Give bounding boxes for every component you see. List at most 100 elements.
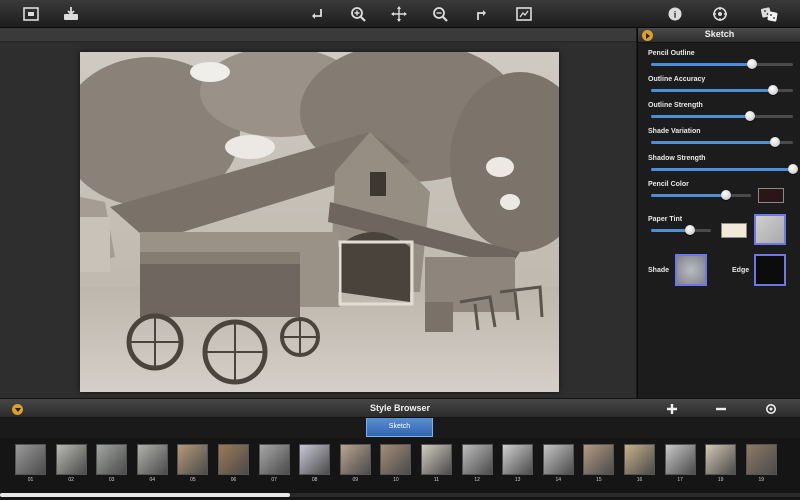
slider-knob[interactable] bbox=[746, 59, 757, 69]
edge-texture-well[interactable] bbox=[754, 254, 786, 286]
pencil-color-swatch[interactable] bbox=[758, 188, 784, 203]
redo-icon[interactable] bbox=[470, 4, 492, 24]
style-thumbnail-image bbox=[218, 444, 249, 475]
style-thumbnail-image bbox=[96, 444, 128, 475]
style-options-icon[interactable] bbox=[764, 402, 778, 416]
slider-label: Outline Accuracy bbox=[648, 76, 706, 83]
style-thumbnail-image bbox=[136, 444, 168, 475]
slider-track[interactable] bbox=[651, 59, 793, 69]
style-thumbnail-number: 10 bbox=[393, 477, 399, 483]
panel-header: Sketch bbox=[638, 28, 800, 43]
style-thumbnail-number: 01 bbox=[27, 477, 34, 483]
sketch-settings-panel: Sketch Pencil Outline Outline Accuracy O… bbox=[637, 28, 800, 398]
style-thumbnail-image bbox=[583, 444, 615, 475]
style-thumbnail[interactable]: 04 bbox=[136, 444, 168, 483]
style-thumbnail-number: 17 bbox=[677, 477, 683, 483]
style-thumbnail-strip: 01 02 03 04 05 06 07 08 09 10 11 12 13 14 15 16 17 19 19 bbox=[0, 438, 800, 500]
slider-fill bbox=[651, 168, 793, 171]
style-tab-row: Sketch bbox=[0, 418, 800, 438]
slider-track[interactable] bbox=[651, 164, 798, 174]
style-thumbnail-image bbox=[55, 444, 87, 475]
slider-track[interactable] bbox=[651, 85, 793, 95]
style-thumbnail[interactable]: 05 bbox=[177, 444, 209, 483]
style-thumbnail[interactable]: 10 bbox=[380, 444, 412, 483]
panel-title: Sketch bbox=[704, 29, 735, 39]
slider-label: Pencil Outline bbox=[648, 50, 695, 57]
style-thumbnail[interactable]: 17 bbox=[664, 444, 696, 483]
style-thumbnail-number: 19 bbox=[717, 477, 724, 483]
slider-fill bbox=[651, 63, 752, 66]
sketch-preview-image[interactable] bbox=[80, 52, 559, 392]
style-thumbnail-image bbox=[745, 444, 777, 475]
style-thumbnail[interactable]: 19 bbox=[705, 444, 737, 483]
style-thumbnail[interactable]: 02 bbox=[55, 444, 87, 483]
style-thumbnail-number: 03 bbox=[108, 477, 115, 483]
slider-track[interactable] bbox=[651, 225, 711, 235]
settings-icon[interactable] bbox=[709, 4, 731, 24]
style-thumbnail-number: 08 bbox=[311, 477, 318, 483]
image-frame-icon[interactable] bbox=[20, 4, 42, 24]
style-thumbnail[interactable]: 08 bbox=[299, 444, 331, 483]
import-icon[interactable] bbox=[60, 4, 82, 24]
style-thumbnail[interactable]: 06 bbox=[218, 444, 249, 483]
add-style-icon[interactable] bbox=[665, 402, 679, 416]
style-thumbnail-image bbox=[339, 444, 371, 475]
style-thumbnail[interactable]: 09 bbox=[339, 444, 371, 483]
undo-icon[interactable] bbox=[306, 4, 328, 24]
edge-label: Edge bbox=[732, 267, 750, 274]
shade-texture-well[interactable] bbox=[675, 254, 707, 286]
style-thumbnail-number: 07 bbox=[271, 477, 277, 483]
thumbnail-scrollbar[interactable] bbox=[0, 493, 800, 497]
style-thumbnail[interactable]: 01 bbox=[15, 444, 46, 483]
slider-track[interactable] bbox=[651, 137, 793, 147]
style-thumbnail[interactable]: 11 bbox=[421, 444, 452, 483]
slider-knob[interactable] bbox=[768, 85, 779, 95]
style-thumbnail-number: 11 bbox=[433, 477, 440, 483]
style-thumbnail[interactable]: 12 bbox=[461, 444, 493, 483]
shade-label: Shade bbox=[648, 267, 670, 274]
slider-fill bbox=[651, 194, 726, 197]
slider-knob[interactable] bbox=[721, 190, 731, 200]
paper-tint-swatch[interactable] bbox=[721, 223, 747, 238]
style-thumbnail[interactable]: 15 bbox=[583, 444, 615, 483]
slider-fill bbox=[651, 115, 751, 118]
remove-style-icon[interactable] bbox=[714, 402, 728, 416]
slider-knob[interactable] bbox=[769, 137, 780, 147]
style-thumbnail-number: 04 bbox=[149, 477, 156, 483]
style-thumbnail-number: 05 bbox=[190, 477, 196, 483]
slider-track[interactable] bbox=[651, 190, 751, 200]
slider-fill bbox=[651, 141, 775, 144]
slider-track[interactable] bbox=[651, 111, 793, 121]
slider-label: Paper Tint bbox=[648, 216, 683, 223]
toolbar: i bbox=[0, 0, 800, 28]
slider-label: Outline Strength bbox=[648, 102, 703, 109]
style-thumbnail-image bbox=[421, 444, 452, 475]
style-thumbnail-image bbox=[664, 444, 696, 475]
style-browser-title: Style Browser bbox=[369, 403, 431, 413]
style-thumbnail[interactable]: 19 bbox=[745, 444, 777, 483]
style-thumbnail-number: 13 bbox=[514, 477, 521, 483]
zoom-in-icon[interactable] bbox=[347, 4, 369, 24]
move-icon[interactable] bbox=[388, 4, 410, 24]
style-thumbnail[interactable]: 13 bbox=[502, 444, 534, 483]
slider-knob[interactable] bbox=[745, 111, 756, 121]
slider-knob[interactable] bbox=[788, 164, 798, 174]
style-thumbnail[interactable]: 07 bbox=[258, 444, 290, 483]
style-thumbnail[interactable]: 03 bbox=[96, 444, 128, 483]
style-thumbnail[interactable]: 16 bbox=[624, 444, 655, 483]
random-dice-icon[interactable] bbox=[758, 4, 780, 24]
scrollbar-thumb[interactable] bbox=[0, 493, 290, 497]
paper-texture-well[interactable] bbox=[754, 214, 786, 245]
style-thumbnail-image bbox=[299, 444, 331, 475]
style-thumbnail[interactable]: 14 bbox=[542, 444, 574, 483]
zoom-out-icon[interactable] bbox=[429, 4, 451, 24]
canvas-area bbox=[0, 28, 636, 398]
info-icon[interactable]: i bbox=[664, 4, 686, 24]
style-thumbnail-image bbox=[705, 444, 737, 475]
tab-sketch[interactable]: Sketch bbox=[366, 418, 433, 437]
slider-label: Pencil Color bbox=[648, 181, 689, 188]
slider-label: Shadow Strength bbox=[648, 155, 706, 162]
style-browser-bar: Style Browser bbox=[0, 398, 800, 418]
slider-knob[interactable] bbox=[685, 225, 695, 235]
fit-screen-icon[interactable] bbox=[513, 4, 535, 24]
